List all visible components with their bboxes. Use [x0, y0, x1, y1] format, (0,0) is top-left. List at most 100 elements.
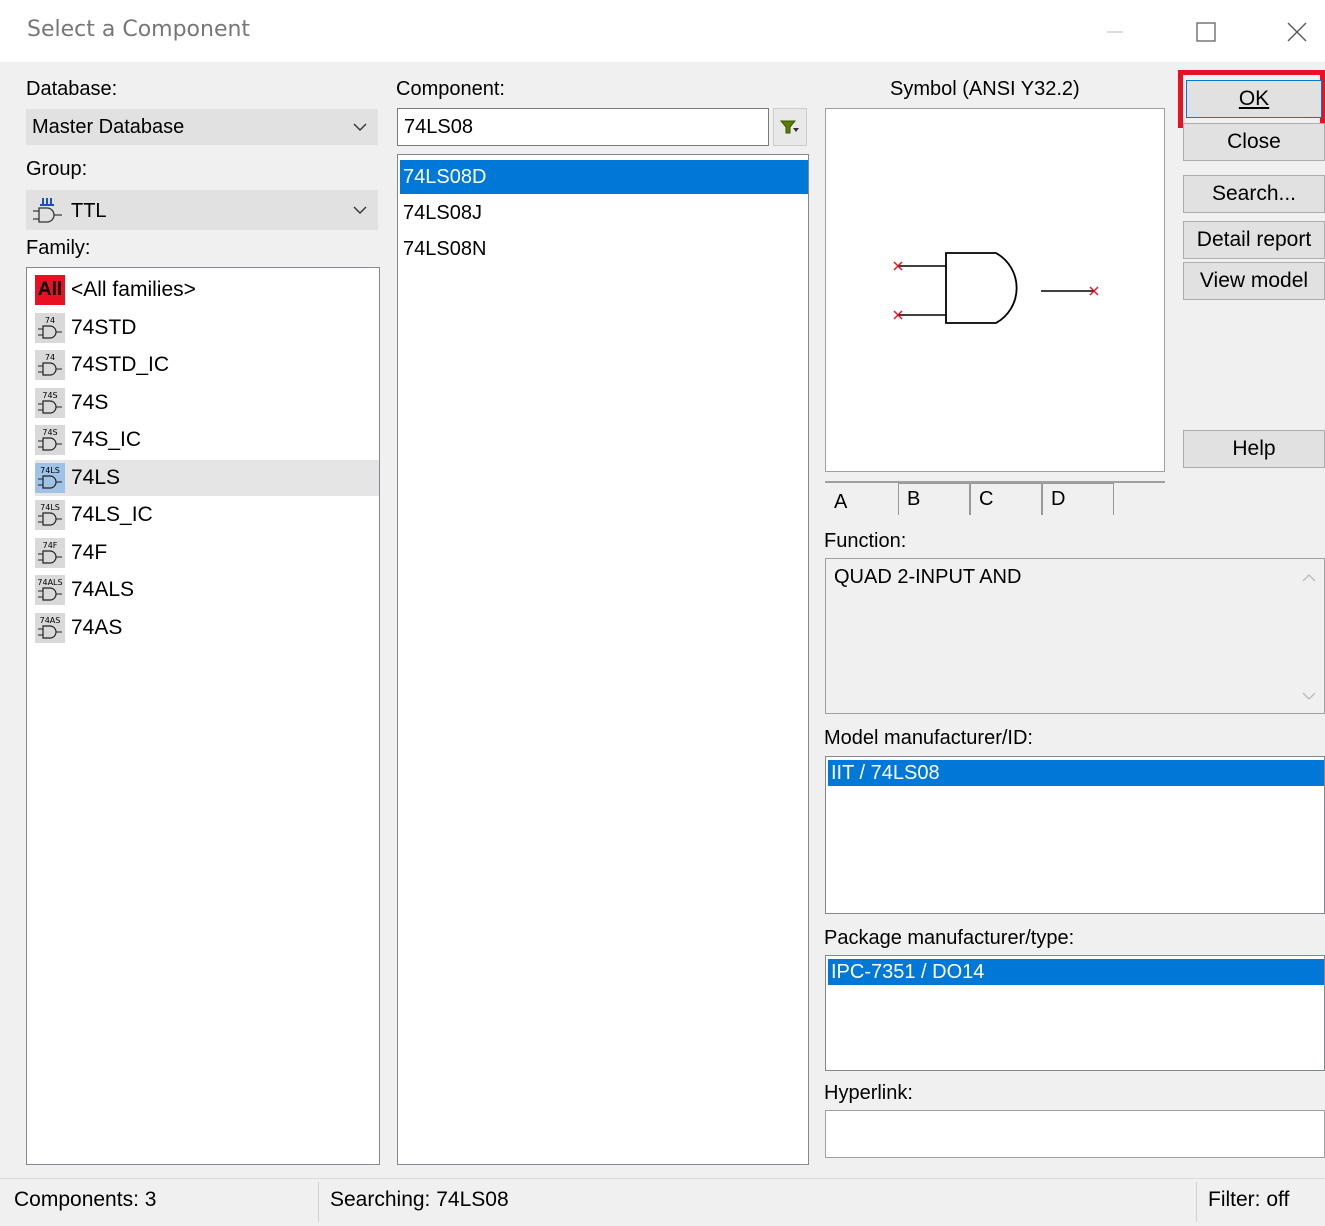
ttl-gate-icon: 74AS [35, 612, 65, 643]
hyperlink-field[interactable] [825, 1110, 1325, 1158]
hyperlink-label: Hyperlink: [824, 1082, 913, 1104]
scroll-down-icon[interactable] [1302, 691, 1316, 701]
all-families-icon: All [35, 275, 65, 305]
family-item-label: 74LS_IC [71, 503, 153, 526]
component-list[interactable]: 74LS08D 74LS08J 74LS08N [397, 154, 809, 1165]
view-model-button[interactable]: View model [1183, 262, 1325, 300]
package-list[interactable]: IPC-7351 / DO14 [825, 955, 1325, 1071]
close-icon [1287, 22, 1307, 42]
model-label: Model manufacturer/ID: [824, 727, 1033, 749]
database-value: Master Database [32, 116, 185, 138]
maximize-button[interactable] [1181, 12, 1231, 52]
family-item-label: <All families> [71, 278, 196, 301]
ok-button[interactable]: OK [1186, 80, 1322, 118]
group-select[interactable]: TTL [26, 190, 378, 230]
family-item[interactable]: 74S 74S_IC [35, 422, 379, 458]
and-gate-symbol [893, 252, 1099, 324]
function-textarea[interactable]: QUAD 2-INPUT AND [825, 558, 1325, 714]
window-close-button[interactable] [1272, 12, 1322, 52]
filter-button[interactable] [773, 108, 807, 146]
database-select[interactable]: Master Database [26, 109, 378, 145]
family-item[interactable]: 74 74STD [35, 310, 379, 346]
family-item[interactable]: 74ALS 74ALS [35, 572, 379, 608]
family-item[interactable]: 74S 74S [35, 385, 379, 421]
ttl-gate-icon: 74 [35, 350, 65, 380]
family-item-label: 74S_IC [71, 428, 142, 451]
tab-c[interactable]: C [970, 483, 1042, 515]
help-button[interactable]: Help [1183, 430, 1325, 468]
component-item[interactable]: 74LS08N [400, 232, 808, 266]
close-button[interactable]: Close [1183, 123, 1325, 161]
function-label: Function: [824, 530, 907, 552]
family-item[interactable]: 74LS 74LS_IC [35, 497, 379, 533]
tab-a[interactable]: A [826, 486, 898, 518]
filter-icon [780, 120, 799, 134]
svg-text:74F: 74F [43, 541, 58, 550]
status-filter: Filter: off [1208, 1188, 1290, 1211]
status-divider [318, 1182, 319, 1222]
status-searching: Searching: 74LS08 [330, 1188, 509, 1211]
family-label: Family: [26, 237, 91, 259]
family-item-label: 74S [71, 390, 109, 414]
status-bar [0, 1178, 1325, 1226]
family-item-label: 74AS [71, 615, 123, 639]
symbol-label: Symbol (ANSI Y32.2) [890, 78, 1080, 100]
family-item-label: 74STD [71, 315, 137, 339]
package-label: Package manufacturer/type: [824, 927, 1075, 949]
tab-b[interactable]: B [898, 483, 970, 515]
svg-text:74AS: 74AS [40, 616, 61, 625]
ttl-gate-icon: 74LS [35, 500, 65, 530]
ttl-gate-icon: 74ALS [35, 575, 65, 605]
function-value: QUAD 2-INPUT AND [834, 566, 1022, 588]
family-item[interactable]: All <All families> [35, 272, 379, 308]
status-divider [1196, 1182, 1197, 1222]
family-item[interactable]: 74 74STD_IC [35, 347, 379, 383]
scroll-up-icon[interactable] [1302, 573, 1316, 583]
maximize-icon [1196, 22, 1216, 42]
ttl-gate-icon: 74 [35, 312, 65, 343]
minimize-button[interactable] [1090, 12, 1140, 52]
model-item[interactable]: IIT / 74LS08 [828, 760, 1324, 786]
svg-text:74S: 74S [42, 391, 57, 400]
minimize-icon [1107, 31, 1123, 33]
tab-d[interactable]: D [1042, 483, 1114, 515]
select-component-dialog: Select a Component Database: Master Data… [0, 0, 1325, 1226]
chevron-down-icon [353, 206, 367, 214]
family-item-label: 74STD_IC [71, 353, 170, 376]
ttl-gate-icon: 74LS [35, 462, 65, 493]
group-label: Group: [26, 158, 88, 180]
detail-report-button[interactable]: Detail report [1183, 221, 1325, 259]
svg-text:74: 74 [45, 316, 55, 325]
svg-text:74LS: 74LS [40, 503, 60, 512]
family-item-label: 74LS [71, 465, 121, 489]
family-item[interactable]: 74F 74F [35, 535, 379, 571]
title-bar: Select a Component [0, 0, 1325, 62]
ttl-group-icon [33, 198, 62, 223]
chevron-down-icon [353, 123, 367, 131]
ttl-gate-icon: 74S [35, 387, 65, 418]
component-item[interactable]: 74LS08D [400, 160, 808, 194]
svg-text:74LS: 74LS [40, 466, 60, 475]
component-label: Component: [396, 78, 505, 100]
family-item[interactable]: 74AS 74AS [35, 610, 379, 646]
database-label: Database: [26, 78, 118, 100]
svg-text:74: 74 [45, 353, 55, 362]
svg-text:74ALS: 74ALS [37, 578, 62, 587]
ttl-gate-icon: 74F [35, 537, 65, 568]
component-item[interactable]: 74LS08J [400, 196, 808, 230]
family-item[interactable]: 74LS 74LS [35, 459, 379, 496]
family-list[interactable]: All <All families> 74 74STD 74 74STD_IC 74S 74S… [26, 267, 380, 1165]
family-item-label: 74F [71, 540, 108, 564]
model-list[interactable]: IIT / 74LS08 [825, 756, 1325, 914]
search-button[interactable]: Search... [1183, 175, 1325, 213]
symbol-scrollbar[interactable] [825, 474, 1165, 483]
group-value: TTL [71, 200, 107, 222]
ttl-gate-icon: 74S [35, 425, 65, 455]
package-item[interactable]: IPC-7351 / DO14 [828, 959, 1324, 985]
window-title: Select a Component [27, 17, 251, 42]
svg-text:74S: 74S [42, 428, 57, 437]
status-components: Components: 3 [14, 1188, 157, 1211]
component-search-input[interactable] [397, 108, 769, 146]
symbol-preview [825, 108, 1165, 472]
family-item-label: 74ALS [71, 578, 135, 601]
